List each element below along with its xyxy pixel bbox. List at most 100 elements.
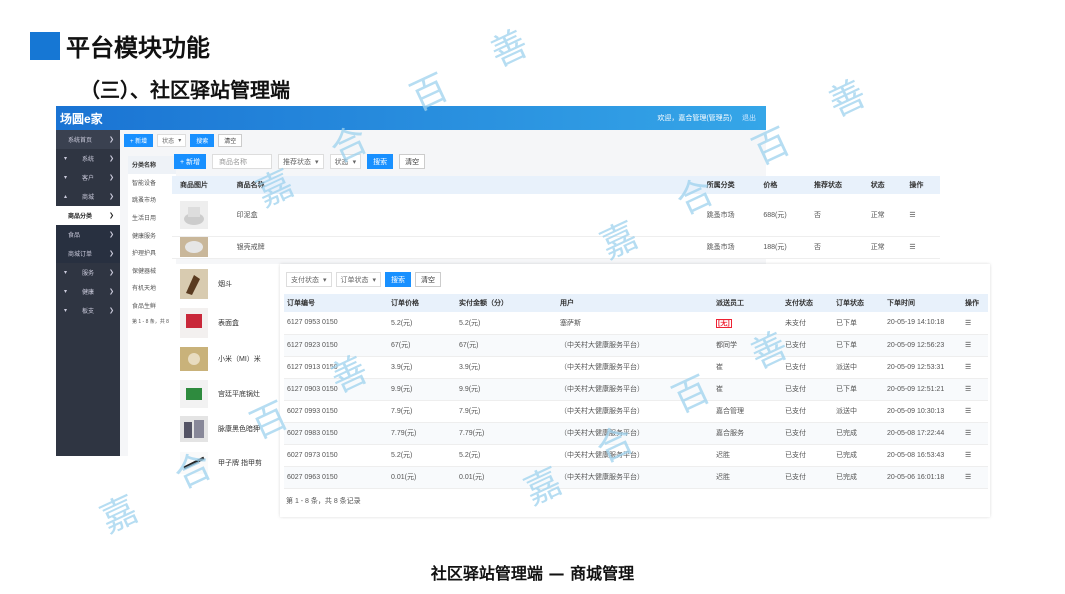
order-search-button[interactable]: 搜索 (385, 272, 412, 287)
table-row[interactable]: 甲子牌 指甲剪 (172, 446, 280, 480)
list-item[interactable]: 有机天地 (128, 279, 176, 297)
slide-caption: 社区驿站管理端 — 商城管理 (430, 564, 635, 583)
order-id: 6027 0973 0150 (284, 444, 388, 467)
order-time: 20-05-09 12:53:31 (884, 356, 962, 379)
table-row[interactable]: 烟斗 (172, 264, 280, 303)
product-clear-button[interactable]: 清空 (399, 154, 426, 169)
table-row[interactable]: 宫廷平底锅灶 (172, 375, 280, 412)
sidebar-item-system[interactable]: ▾ 系统 ❯ (56, 149, 120, 168)
product-name: 小米（MI）米 (218, 355, 261, 363)
row-menu-icon[interactable]: ☰ (962, 312, 988, 335)
recommend-select[interactable]: 推荐状态 ▾ (278, 154, 324, 169)
sidebar-item-category[interactable]: 商品分类 ❯ (56, 206, 120, 225)
row-menu-icon[interactable]: ☰ (962, 422, 988, 445)
sidebar-item-mall[interactable]: ▴ 商城 ❯ (56, 187, 120, 206)
add-category-button[interactable]: + 新增 (124, 134, 154, 147)
product-name: 银壳戒牌 (228, 236, 699, 259)
order-user: （中关村大健康服务平台） (557, 334, 713, 357)
list-item[interactable]: 护理护具 (128, 244, 176, 262)
sidebar-item-health[interactable]: ▾ 健康 ❯ (56, 282, 120, 301)
sidebar-item-orders[interactable]: 商城订单 ❯ (56, 244, 120, 263)
order-user: （中关村大健康服务平台） (557, 422, 713, 445)
list-item[interactable]: 健康服务 (128, 226, 176, 244)
list-item[interactable]: 智能设备 (128, 174, 176, 192)
order-time: 20-05-19 14:10:18 (884, 312, 962, 335)
column-header: 所属分类 (698, 176, 756, 194)
product-name: 表面盒 (218, 319, 239, 327)
sidebar-item-food[interactable]: 食品 ❯ (56, 225, 120, 244)
order-staff: 嘉合服务 (713, 422, 782, 445)
row-menu-icon[interactable]: ☰ (962, 400, 988, 423)
column-header: 状态 (862, 176, 902, 194)
table-row[interactable]: 银壳戒牌 跳蚤市场 188(元) 否 正常 ☰ (172, 236, 940, 259)
product-image-cell (172, 236, 229, 259)
chevron-down-icon: ▾ (352, 158, 357, 166)
table-row[interactable]: 6127 0913 0150 3.9(元) 3.9(元) （中关村大健康服务平台）崔已… (284, 356, 988, 379)
sidebar-item-board[interactable]: ▾ 板支 ❯ (56, 301, 120, 320)
list-item[interactable]: 生活日用 (128, 209, 176, 227)
table-row[interactable]: 6027 0973 0150 5.2(元) 5.2(元) （中关村大健康服务平台） 迟胜… (284, 444, 988, 467)
column-header: 派送员工 (713, 294, 782, 312)
order-staff: 崔 (713, 378, 782, 401)
add-product-button[interactable]: + 新增 (174, 154, 207, 169)
table-row[interactable]: 印泥盒 跳蚤市场 688(元) 否 正常 ☰ (172, 194, 940, 237)
order-user: （中关村大健康服务平台） (557, 378, 713, 401)
row-menu-icon[interactable]: ☰ (962, 356, 988, 379)
product-thumbnail (180, 452, 208, 474)
row-menu-icon[interactable]: ☰ (962, 444, 988, 467)
product-table: 商品图片 商品名称 所属分类 价格 推荐状态 状态 操作 印泥盒 跳蚤市场 68… (172, 176, 940, 259)
product-name: 烟斗 (218, 280, 232, 288)
search-button[interactable]: 搜索 (190, 134, 215, 147)
order-id: 6027 0993 0150 (284, 400, 388, 423)
table-row[interactable]: 6027 0983 0150 7.79(元) 7.79(元) （中关村大健康服务平台）… (284, 422, 988, 445)
order-paid: 7.79(元) (456, 422, 557, 445)
order-pay-status: 已支付 (782, 334, 833, 357)
table-row[interactable]: 6027 0993 0150 7.9(元) 7.9(元) （中关村大健康服务平台） 嘉合… (284, 400, 988, 423)
list-item[interactable]: 跳蚤市场 (128, 191, 176, 209)
clear-button[interactable]: 清空 (218, 134, 243, 147)
order-clear-button[interactable]: 清空 (415, 272, 442, 287)
product-name-input[interactable]: 商品名称 (212, 154, 273, 169)
order-pager: 第 1 - 8 条，共 8 条记录 (286, 498, 361, 505)
order-paid: 5.2(元) (456, 312, 557, 335)
table-row[interactable]: 6127 0923 0150 67(元) 67(元) （中关村大健康服务平台） 都同学已… (284, 334, 988, 357)
table-row[interactable]: 6127 0903 0150 9.9(元) 9.9(元) （中关村大健康服务平台）崔已… (284, 378, 988, 401)
product-thumbnail (180, 237, 208, 257)
column-header: 订单编号 (284, 294, 388, 312)
order-time: 20-05-09 12:56:23 (884, 334, 962, 357)
order-pay-status: 已支付 (782, 444, 833, 467)
table-row[interactable]: 6027 0963 0150 0.01(元) 0.01(元) （中关村大健康服务平台）… (284, 466, 988, 489)
product-category: 跳蚤市场 (698, 194, 756, 237)
sidebar-item-service[interactable]: ▾ 服务 ❯ (56, 263, 120, 282)
logout-link[interactable]: 退出 (742, 113, 756, 123)
status-select[interactable]: 状态 ▾ (157, 134, 187, 147)
table-row[interactable]: 6127 0953 0150 5.2(元) 5.2(元) 塞萨斯 [无] 未支付 已下单 20… (284, 312, 988, 335)
order-status-select[interactable]: 订单状态 ▾ (335, 272, 382, 287)
order-staff: 迟胜 (713, 444, 782, 467)
product-status-select[interactable]: 状态 ▾ (329, 154, 362, 169)
row-menu-icon[interactable]: ☰ (962, 466, 988, 489)
order-list-panel: 支付状态 ▾ 订单状态 ▾ 搜索 清空 订单编号 订单价格 实付金额（分） 用户 派… (280, 264, 990, 517)
product-rows-hidden: 烟斗 表面盒 小米（MI）米 宫廷平底锅灶 脉康黑色暗狎 甲子牌 指甲剪 (172, 264, 280, 480)
row-menu-icon[interactable]: ☰ (962, 334, 988, 357)
title-accent-square (30, 31, 60, 60)
sidebar-item-customer[interactable]: ▾ 客户 ❯ (56, 168, 120, 187)
list-item[interactable]: 食品生鲜 (128, 297, 176, 315)
order-pay-status: 未支付 (782, 312, 833, 335)
table-row[interactable]: 脉康黑色暗狎 (172, 412, 280, 446)
table-row[interactable]: 小米（MI）米 (172, 342, 280, 375)
category-toolbar: + 新增 状态 ▾ 搜索 清空 (124, 134, 243, 147)
sidebar-item-home[interactable]: 系统首页 ❯ (56, 130, 120, 149)
row-menu-icon[interactable]: ☰ (901, 194, 940, 237)
product-status: 正常 (862, 194, 902, 237)
order-table: 订单编号 订单价格 实付金额（分） 用户 派送员工 支付状态 订单状态 下单时间… (284, 294, 988, 489)
order-toolbar: 支付状态 ▾ 订单状态 ▾ 搜索 清空 (286, 272, 442, 287)
order-pay-status: 已支付 (782, 378, 833, 401)
product-search-button[interactable]: 搜索 (367, 154, 394, 169)
order-time: 20-05-09 12:51:21 (884, 378, 962, 401)
table-row[interactable]: 表面盒 (172, 303, 280, 342)
row-menu-icon[interactable]: ☰ (962, 378, 988, 401)
list-item[interactable]: 保健器械 (128, 262, 176, 280)
row-menu-icon[interactable]: ☰ (901, 236, 940, 259)
pay-status-select[interactable]: 支付状态 ▾ (286, 272, 332, 287)
